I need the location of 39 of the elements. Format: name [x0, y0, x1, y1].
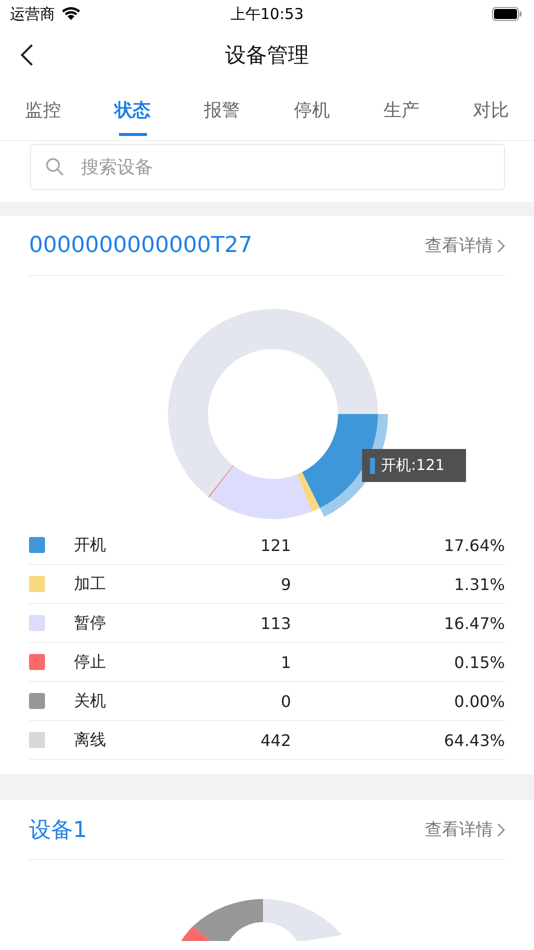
status-time: 上午10:53 [230, 4, 304, 24]
device-name: 0000000000000T27 [29, 233, 252, 258]
chevron-icon [497, 822, 505, 836]
legend-percent: 1.31% [453, 574, 505, 594]
legend-percent: 0.00% [453, 692, 505, 710]
search-icon [45, 157, 65, 177]
carrier-name: 运营商 [10, 4, 55, 24]
tab[interactable]: 停机 [294, 82, 330, 139]
legend-count: 1 [280, 652, 291, 672]
chart-tooltip: 开机:121 [362, 449, 466, 482]
tab[interactable]: 监控 [25, 82, 61, 139]
page-title: 设备管理 [225, 42, 309, 69]
search-field[interactable]: 搜索设备 [30, 144, 505, 190]
legend-label: 离线 [74, 730, 107, 750]
legend-count: 121 [259, 536, 291, 554]
legend-label: 关机 [74, 690, 107, 712]
legend-percent: 64.43% [442, 730, 505, 750]
legend-count: 9 [280, 574, 291, 594]
search-input[interactable]: 搜索设备 [79, 156, 490, 178]
detail-link[interactable]: 查看详情 [425, 818, 505, 841]
tab[interactable]: 报警 [204, 82, 240, 139]
legend-label: 停止 [74, 652, 107, 672]
device-name: 设备1 [29, 816, 87, 844]
legend-percent: 0.15% [453, 652, 505, 672]
legend-count: 0 [280, 692, 291, 710]
legend-count: 113 [259, 614, 291, 632]
legend-label: 开机 [74, 534, 107, 556]
battery-icon [492, 7, 522, 21]
back-icon[interactable] [20, 43, 34, 67]
tab[interactable]: 对比 [472, 82, 509, 139]
legend-count: 442 [259, 730, 291, 750]
wifi-icon [61, 7, 81, 21]
legend-label: 加工 [74, 574, 107, 594]
chevron-icon [497, 238, 505, 252]
legend-label: 暂停 [74, 612, 107, 634]
detail-link[interactable]: 查看详情 [425, 234, 505, 257]
tab[interactable]: 生产 [383, 82, 420, 139]
legend-percent: 16.47% [442, 614, 505, 632]
legend-percent: 17.64% [442, 536, 505, 554]
